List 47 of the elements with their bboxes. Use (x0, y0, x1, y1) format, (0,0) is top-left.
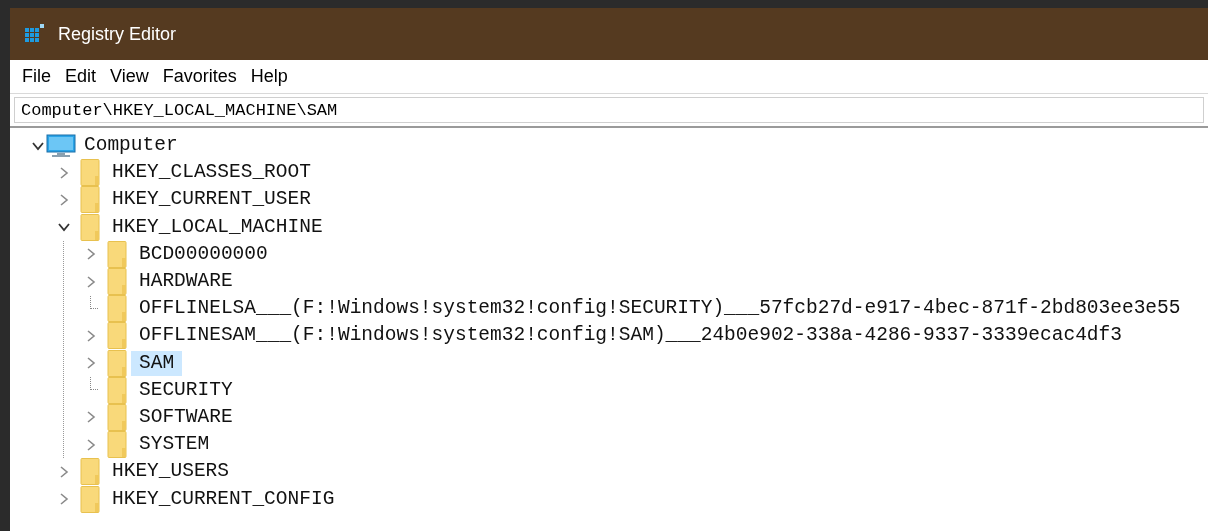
tree-item[interactable]: OFFLINESAM___(F:!Windows!system32!config!SAM)___24b0e902-338a-4286-9337-3339ecac4df3 (137, 323, 1124, 349)
tree-item[interactable]: HKEY_CURRENT_USER (110, 187, 313, 213)
folder-icon (107, 403, 127, 431)
folder-icon (80, 213, 100, 241)
tree-item[interactable]: BCD00000000 (137, 241, 270, 267)
menu-item[interactable]: View (104, 63, 155, 90)
expand-chevron-icon[interactable] (85, 437, 97, 452)
tree-item[interactable]: Computer (82, 133, 180, 159)
folder-icon (107, 376, 127, 404)
folder-icon (107, 240, 127, 268)
folder-icon (80, 485, 100, 513)
folder-icon (80, 458, 100, 486)
tree-item[interactable]: SYSTEM (137, 432, 212, 458)
address-field[interactable]: Computer\HKEY_LOCAL_MACHINE\SAM (14, 97, 1204, 123)
folder-icon (107, 295, 127, 323)
tree-item[interactable]: OFFLINELSA___(F:!Windows!system32!config!SECURITY)___57fcb27d-e917-4bec-871f-2bd803ee3e55 (137, 296, 1183, 322)
tree-item[interactable]: HKEY_CLASSES_ROOT (110, 160, 313, 186)
tree-item[interactable]: SOFTWARE (137, 404, 235, 430)
tree-item[interactable]: SECURITY (137, 377, 235, 403)
expand-chevron-icon[interactable] (58, 165, 70, 180)
folder-icon (107, 431, 127, 459)
expand-chevron-icon[interactable] (85, 356, 97, 371)
menu-item[interactable]: Edit (59, 63, 103, 90)
expand-chevron-icon[interactable] (85, 247, 97, 262)
expand-chevron-icon[interactable] (58, 464, 70, 479)
folder-icon (80, 159, 100, 187)
expand-chevron-icon[interactable] (58, 192, 70, 207)
menu-item[interactable]: Help (244, 63, 294, 90)
expand-chevron-icon[interactable] (85, 328, 97, 343)
expand-chevron-icon[interactable] (58, 492, 70, 507)
collapse-chevron-icon[interactable] (57, 221, 71, 234)
folder-icon (80, 186, 100, 214)
app-icon (24, 23, 46, 45)
tree-item[interactable]: HARDWARE (137, 269, 235, 295)
folder-icon (107, 268, 127, 296)
tree-item[interactable]: HKEY_LOCAL_MACHINE (110, 214, 325, 240)
menu-item[interactable]: File (16, 63, 57, 90)
window-title: Registry Editor (58, 22, 177, 46)
expand-chevron-icon[interactable] (85, 410, 97, 425)
tree-item[interactable]: SAM (131, 350, 183, 376)
tree-item[interactable]: HKEY_CURRENT_CONFIG (110, 486, 337, 512)
folder-icon (107, 349, 127, 377)
expand-chevron-icon[interactable] (85, 274, 97, 289)
folder-icon (107, 322, 127, 350)
tree-item[interactable]: HKEY_USERS (110, 459, 232, 485)
computer-icon (46, 133, 76, 158)
menu-item[interactable]: Favorites (156, 63, 243, 90)
